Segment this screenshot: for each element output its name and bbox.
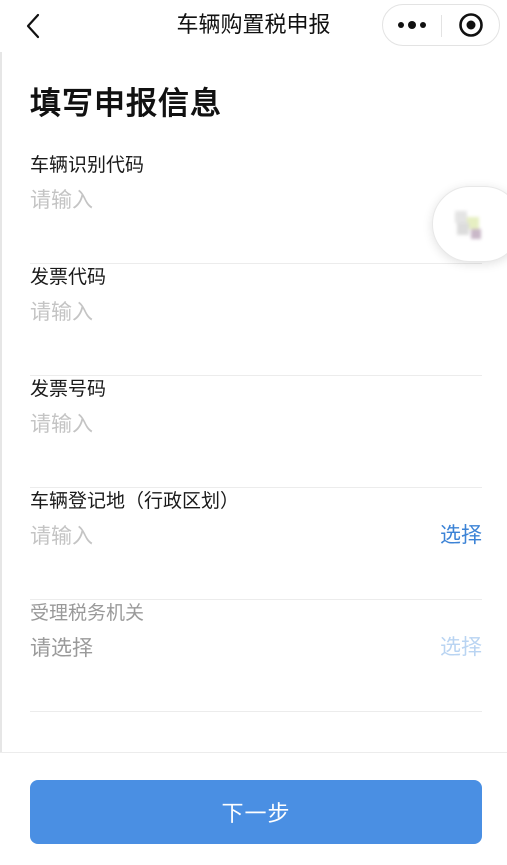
field-tax-authority: 受理税务机关 选择: [30, 600, 482, 712]
next-step-button[interactable]: 下一步: [30, 780, 482, 844]
field-vehicle-id-code: 车辆识别代码: [30, 152, 482, 264]
select-tax-authority-link[interactable]: 选择: [440, 632, 482, 662]
field-label: 车辆登记地（行政区划）: [30, 490, 240, 512]
registration-region-input[interactable]: [30, 518, 410, 554]
close-mini-program-button[interactable]: [442, 5, 500, 45]
field-registration-region: 车辆登记地（行政区划） 选择: [30, 488, 482, 600]
field-invoice-number: 发票号码: [30, 376, 482, 488]
more-button[interactable]: [383, 5, 441, 45]
field-label: 车辆识别代码: [30, 154, 145, 176]
mini-program-capsule: [382, 4, 500, 46]
floating-avatar-icon: [455, 211, 481, 239]
invoice-number-input[interactable]: [30, 406, 410, 442]
field-label: 受理税务机关: [30, 602, 145, 624]
vehicle-id-code-input[interactable]: [30, 182, 410, 218]
target-close-icon: [459, 13, 483, 37]
field-label: 发票号码: [30, 378, 107, 400]
floating-assistant-button[interactable]: [432, 186, 507, 262]
form-heading: 填写申报信息: [30, 86, 222, 122]
select-region-link[interactable]: 选择: [440, 520, 482, 550]
navigation-bar: 车辆购置税申报: [0, 0, 507, 52]
left-edge-shadow: [0, 52, 2, 752]
tax-authority-select[interactable]: [30, 630, 410, 666]
footer-divider: [0, 752, 507, 753]
more-dots-icon: [398, 21, 426, 29]
field-label: 发票代码: [30, 266, 107, 288]
field-invoice-code: 发票代码: [30, 264, 482, 376]
invoice-code-input[interactable]: [30, 294, 410, 330]
